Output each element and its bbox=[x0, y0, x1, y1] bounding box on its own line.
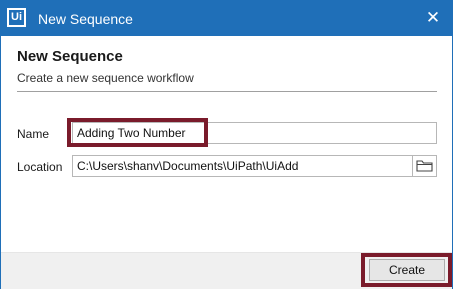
window-title: New Sequence bbox=[38, 11, 133, 27]
folder-icon bbox=[416, 160, 433, 172]
title-bar[interactable]: Ui New Sequence ✕ bbox=[1, 1, 452, 36]
location-input[interactable] bbox=[72, 155, 413, 177]
header-divider bbox=[17, 91, 437, 92]
dialog-header: New Sequence Create a new sequence workf… bbox=[1, 36, 452, 114]
dialog-heading: New Sequence bbox=[17, 48, 123, 65]
new-sequence-dialog: Ui New Sequence ✕ New Sequence Create a … bbox=[0, 0, 453, 289]
create-button[interactable]: Create bbox=[369, 259, 445, 281]
name-label: Name bbox=[17, 127, 50, 141]
uipath-logo-icon: Ui bbox=[7, 8, 26, 27]
browse-folder-button[interactable] bbox=[412, 155, 437, 177]
close-icon[interactable]: ✕ bbox=[420, 6, 446, 30]
dialog-subheading: Create a new sequence workflow bbox=[17, 71, 194, 85]
location-label: Location bbox=[17, 160, 63, 174]
name-input[interactable] bbox=[72, 122, 437, 144]
